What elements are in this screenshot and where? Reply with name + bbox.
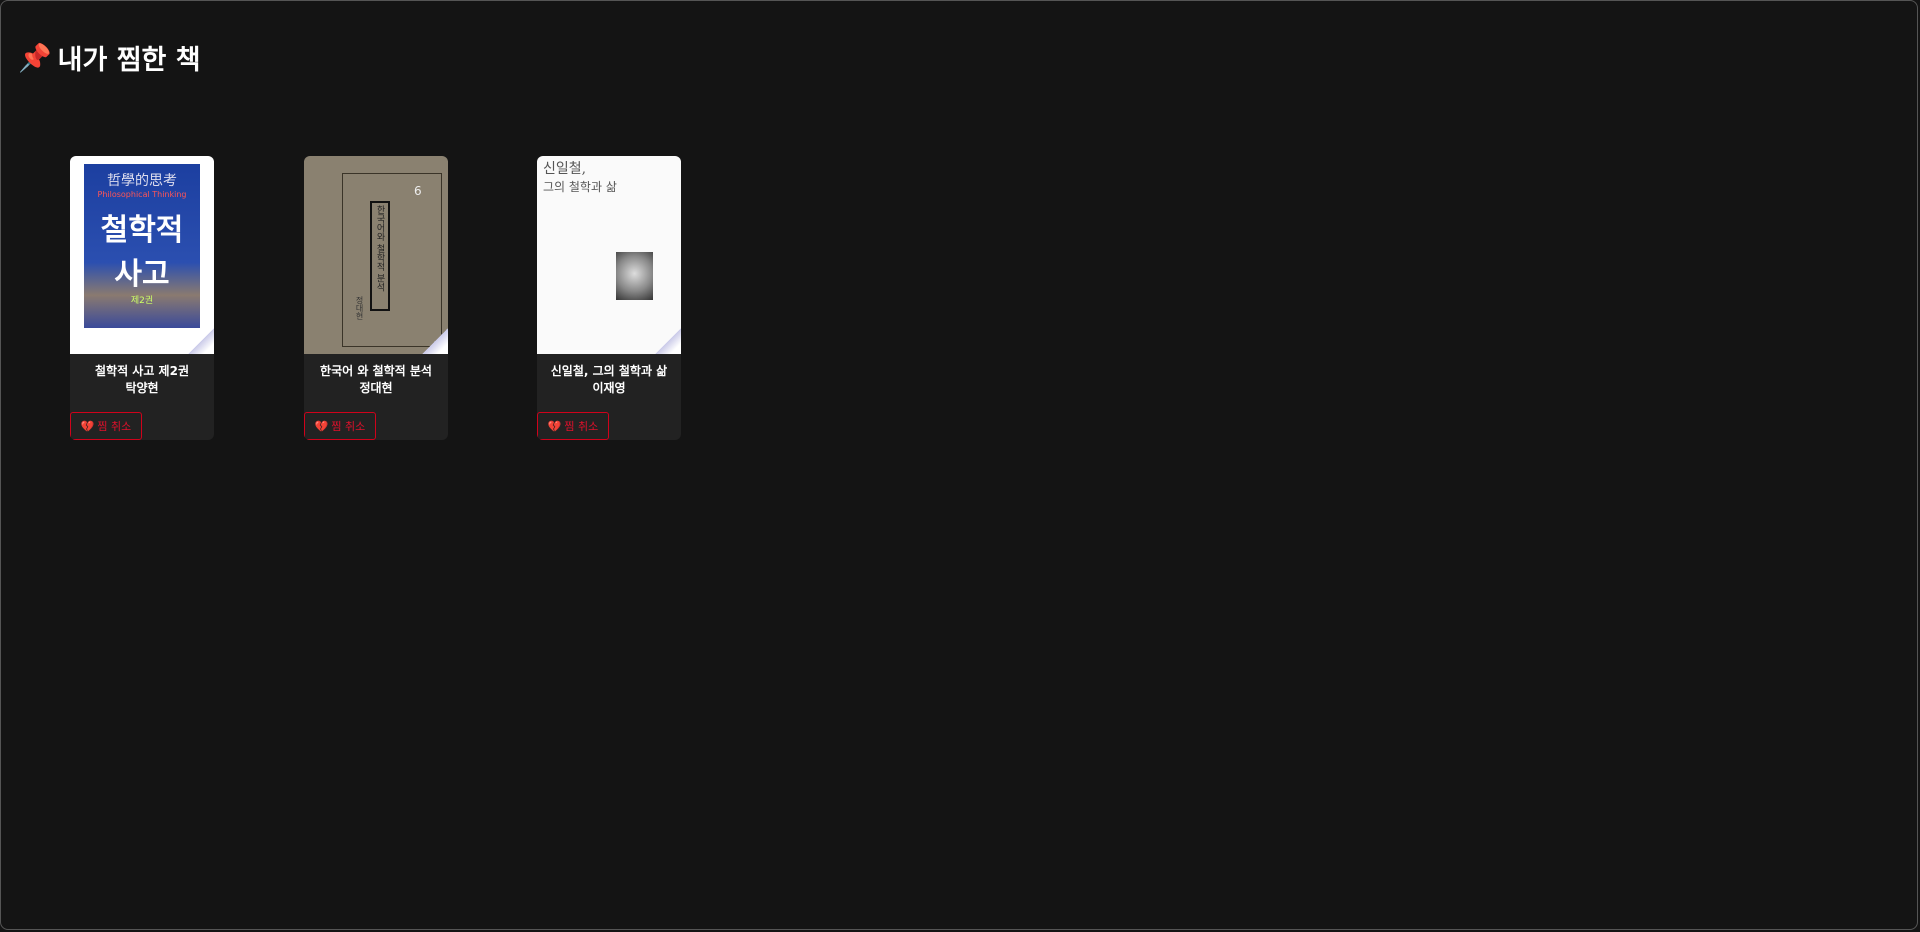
unfavorite-button[interactable]: 💔 찜 취소 [70,412,142,440]
page-curl [188,328,214,354]
book-title: 신일철, 그의 철학과 삶 [550,364,668,378]
book-title: 한국어 와 철학적 분석 [320,364,432,378]
page-curl [655,328,681,354]
book-card[interactable]: 哲學的思考 Philosophical Thinking 철학적 사고 제2권 … [70,156,214,440]
broken-heart-icon: 💔 [314,419,329,433]
book-card[interactable]: 신일철, 그의 철학과 삶 신일철, 그의 철학과 삶 이재영 💔 찜 취소 [537,156,681,440]
unfavorite-button[interactable]: 💔 찜 취소 [304,412,376,440]
book-author: 이재영 [592,381,626,395]
pushpin-icon: 📌 [18,42,52,74]
book-title: 철학적 사고 제2권 [95,364,189,378]
book-author: 탁양현 [125,381,159,395]
book-cover[interactable]: 6 한국어와 철학적 분석 정대현 [304,156,448,354]
page-curl [422,328,448,354]
book-author: 정대현 [359,381,393,395]
book-card[interactable]: 6 한국어와 철학적 분석 정대현 한국어 와 철학적 분석 정대현 💔 찜 취소 [304,156,448,440]
author-photo [616,252,653,300]
book-cover[interactable]: 신일철, 그의 철학과 삶 [537,156,681,354]
unfavorite-button[interactable]: 💔 찜 취소 [537,412,609,440]
window-frame [0,0,1918,930]
page-title: 📌 내가 찜한 책 [18,42,201,77]
broken-heart-icon: 💔 [547,419,562,433]
broken-heart-icon: 💔 [80,419,95,433]
book-cover[interactable]: 哲學的思考 Philosophical Thinking 철학적 사고 제2권 [70,156,214,354]
